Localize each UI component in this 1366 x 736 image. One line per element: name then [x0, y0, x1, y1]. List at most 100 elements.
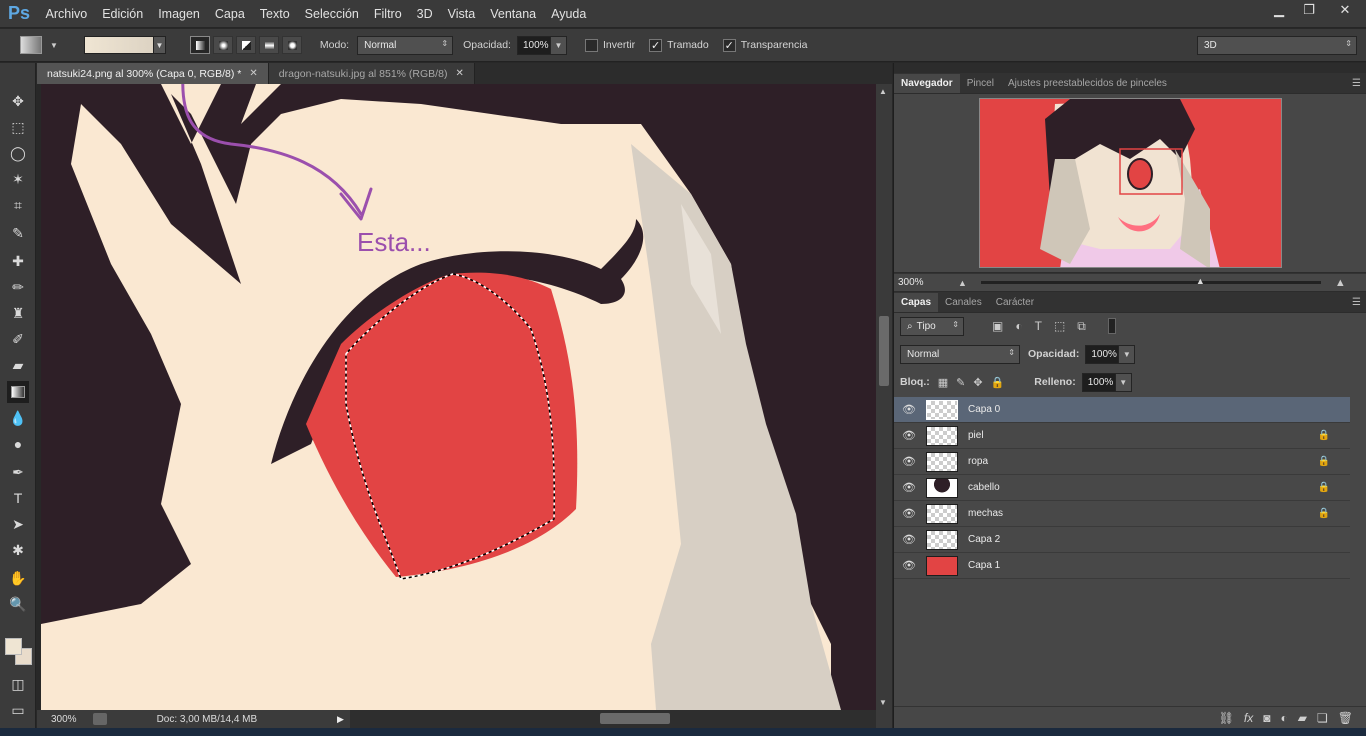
filter-adjustment-icon[interactable]: ◐: [1015, 319, 1022, 333]
quick-mask-icon[interactable]: ◫: [7, 673, 29, 695]
workspace-select[interactable]: 3D ⇕: [1197, 36, 1357, 55]
gradient-editor-swatch[interactable]: [83, 36, 154, 54]
zoom-in-icon[interactable]: ▲: [1335, 277, 1346, 289]
close-icon[interactable]: ✕: [249, 68, 257, 79]
canvas-horizontal-scrollbar[interactable]: [350, 710, 876, 728]
add-mask-icon[interactable]: ◙: [1263, 711, 1270, 725]
layer-row-capa-0[interactable]: 👁 Capa 0: [894, 397, 1350, 423]
menu-edicion[interactable]: Edición: [95, 0, 151, 28]
menu-texto[interactable]: Texto: [252, 0, 297, 28]
panel-menu-icon[interactable]: ☰: [1352, 78, 1361, 89]
lock-position-icon[interactable]: ✥: [973, 376, 982, 389]
foreground-color-swatch[interactable]: [5, 638, 22, 655]
clone-stamp-tool-icon[interactable]: ♜: [7, 302, 29, 324]
status-info-icon[interactable]: [92, 713, 107, 725]
healing-brush-tool-icon[interactable]: ✚: [7, 250, 29, 272]
horizontal-scroll-thumb[interactable]: [600, 713, 670, 724]
menu-ayuda[interactable]: Ayuda: [544, 0, 594, 28]
status-menu-arrow-icon[interactable]: ▶: [337, 714, 344, 725]
panel-menu-icon[interactable]: ☰: [1352, 297, 1361, 308]
tab-canales[interactable]: Canales: [938, 293, 989, 312]
layer-style-icon[interactable]: fx: [1244, 711, 1253, 725]
scroll-up-icon[interactable]: ▲: [879, 87, 887, 96]
marquee-tool-icon[interactable]: ⬚: [7, 116, 29, 138]
tab-capas[interactable]: Capas: [894, 293, 939, 312]
visibility-eye-icon[interactable]: 👁: [894, 455, 924, 468]
linear-gradient-button[interactable]: [189, 36, 210, 54]
visibility-eye-icon[interactable]: 👁: [894, 481, 924, 494]
hand-tool-icon[interactable]: ✋: [7, 567, 29, 589]
layer-row-piel[interactable]: 👁 piel 🔒: [894, 423, 1350, 449]
invert-checkbox[interactable]: [584, 38, 598, 52]
zoom-tool-icon[interactable]: 🔍: [7, 593, 29, 615]
layer-row-mechas[interactable]: 👁 mechas 🔒: [894, 501, 1350, 527]
delete-layer-icon[interactable]: 🗑: [1338, 711, 1353, 725]
canvas[interactable]: Esta...: [41, 84, 876, 710]
navigator-thumbnail[interactable]: [979, 98, 1282, 268]
minimize-button[interactable]: ▁: [1264, 0, 1294, 20]
tab-dragon-natsuki[interactable]: dragon-natsuki.jpg al 851% (RGB/8) ✕: [268, 63, 475, 84]
tab-pincel[interactable]: Pincel: [960, 74, 1001, 93]
filter-type-icon[interactable]: T: [1035, 319, 1042, 333]
lock-transparent-icon[interactable]: ▦: [938, 376, 948, 389]
menu-seleccion[interactable]: Selección: [297, 0, 366, 28]
fill-dropdown[interactable]: ▼: [1115, 372, 1132, 392]
magic-wand-tool-icon[interactable]: ✶: [7, 168, 29, 190]
restore-button[interactable]: ❐: [1294, 0, 1324, 20]
link-layers-icon[interactable]: ⛓: [1219, 711, 1234, 725]
gradient-tool-preset-icon[interactable]: [20, 36, 42, 54]
layer-row-capa-1[interactable]: 👁 Capa 1: [894, 553, 1350, 579]
filter-pixel-icon[interactable]: ▣: [992, 319, 1003, 333]
crop-tool-icon[interactable]: ⌗: [7, 194, 29, 216]
dodge-tool-icon[interactable]: ●: [7, 433, 29, 455]
chevron-down-icon[interactable]: ▼: [50, 41, 58, 50]
lock-image-icon[interactable]: ✎: [956, 376, 965, 389]
layer-opacity-dropdown[interactable]: ▼: [1119, 344, 1136, 364]
eyedropper-tool-icon[interactable]: ✎: [7, 222, 29, 244]
layer-row-capa-2[interactable]: 👁 Capa 2: [894, 527, 1350, 553]
tab-brush-presets[interactable]: Ajustes preestablecidos de pinceles: [1001, 74, 1174, 93]
navigator-zoom-value[interactable]: 300%: [898, 277, 950, 288]
screen-mode-icon[interactable]: ▭: [7, 699, 29, 721]
layer-blend-select[interactable]: Normal ⇕: [900, 344, 1020, 364]
dither-checkbox[interactable]: ✓: [649, 38, 663, 52]
transparency-checkbox[interactable]: ✓: [722, 38, 736, 52]
tab-navegador[interactable]: Navegador: [894, 74, 960, 93]
brush-tool-icon[interactable]: ✏: [7, 276, 29, 298]
new-group-icon[interactable]: ▰: [1298, 711, 1307, 725]
visibility-eye-icon[interactable]: 👁: [894, 429, 924, 442]
menu-3d[interactable]: 3D: [409, 0, 440, 28]
close-button[interactable]: ✕: [1324, 0, 1366, 20]
visibility-eye-icon[interactable]: 👁: [894, 533, 924, 546]
lock-all-icon[interactable]: 🔒: [991, 376, 1005, 389]
new-layer-icon[interactable]: ❏: [1317, 711, 1328, 725]
filter-toggle-switch[interactable]: [1107, 318, 1116, 334]
layer-filter-select[interactable]: ⌕ Tipo ⇕: [900, 316, 964, 336]
reflected-gradient-button[interactable]: [258, 36, 279, 54]
filter-smart-object-icon[interactable]: ⧉: [1077, 319, 1086, 334]
mode-select[interactable]: Normal ⇕: [357, 35, 454, 55]
shape-tool-icon[interactable]: ✱: [7, 539, 29, 561]
scroll-down-icon[interactable]: ▼: [879, 698, 887, 707]
blur-tool-icon[interactable]: 💧: [7, 407, 29, 429]
menu-ventana[interactable]: Ventana: [483, 0, 544, 28]
close-icon[interactable]: ✕: [455, 68, 463, 79]
menu-filtro[interactable]: Filtro: [366, 0, 409, 28]
angle-gradient-button[interactable]: [235, 36, 256, 54]
radial-gradient-button[interactable]: [212, 36, 233, 54]
visibility-eye-icon[interactable]: 👁: [894, 507, 924, 520]
status-zoom[interactable]: 300%: [51, 714, 77, 725]
tab-caracter[interactable]: Carácter: [989, 293, 1041, 312]
opacity-dropdown[interactable]: ▼: [550, 35, 567, 55]
vertical-scroll-thumb[interactable]: [879, 316, 889, 386]
visibility-eye-icon[interactable]: 👁: [894, 559, 924, 572]
zoom-slider-handle[interactable]: ▲: [1196, 276, 1205, 286]
menu-imagen[interactable]: Imagen: [151, 0, 208, 28]
layer-row-ropa[interactable]: 👁 ropa 🔒: [894, 449, 1350, 475]
history-brush-tool-icon[interactable]: ✐: [7, 328, 29, 350]
layer-opacity-input[interactable]: 100%: [1085, 344, 1120, 364]
opacity-input[interactable]: 100%: [516, 35, 551, 55]
zoom-slider[interactable]: ▲: [980, 276, 1321, 286]
fill-input[interactable]: 100%: [1081, 372, 1116, 392]
lasso-tool-icon[interactable]: ◯: [7, 142, 29, 164]
